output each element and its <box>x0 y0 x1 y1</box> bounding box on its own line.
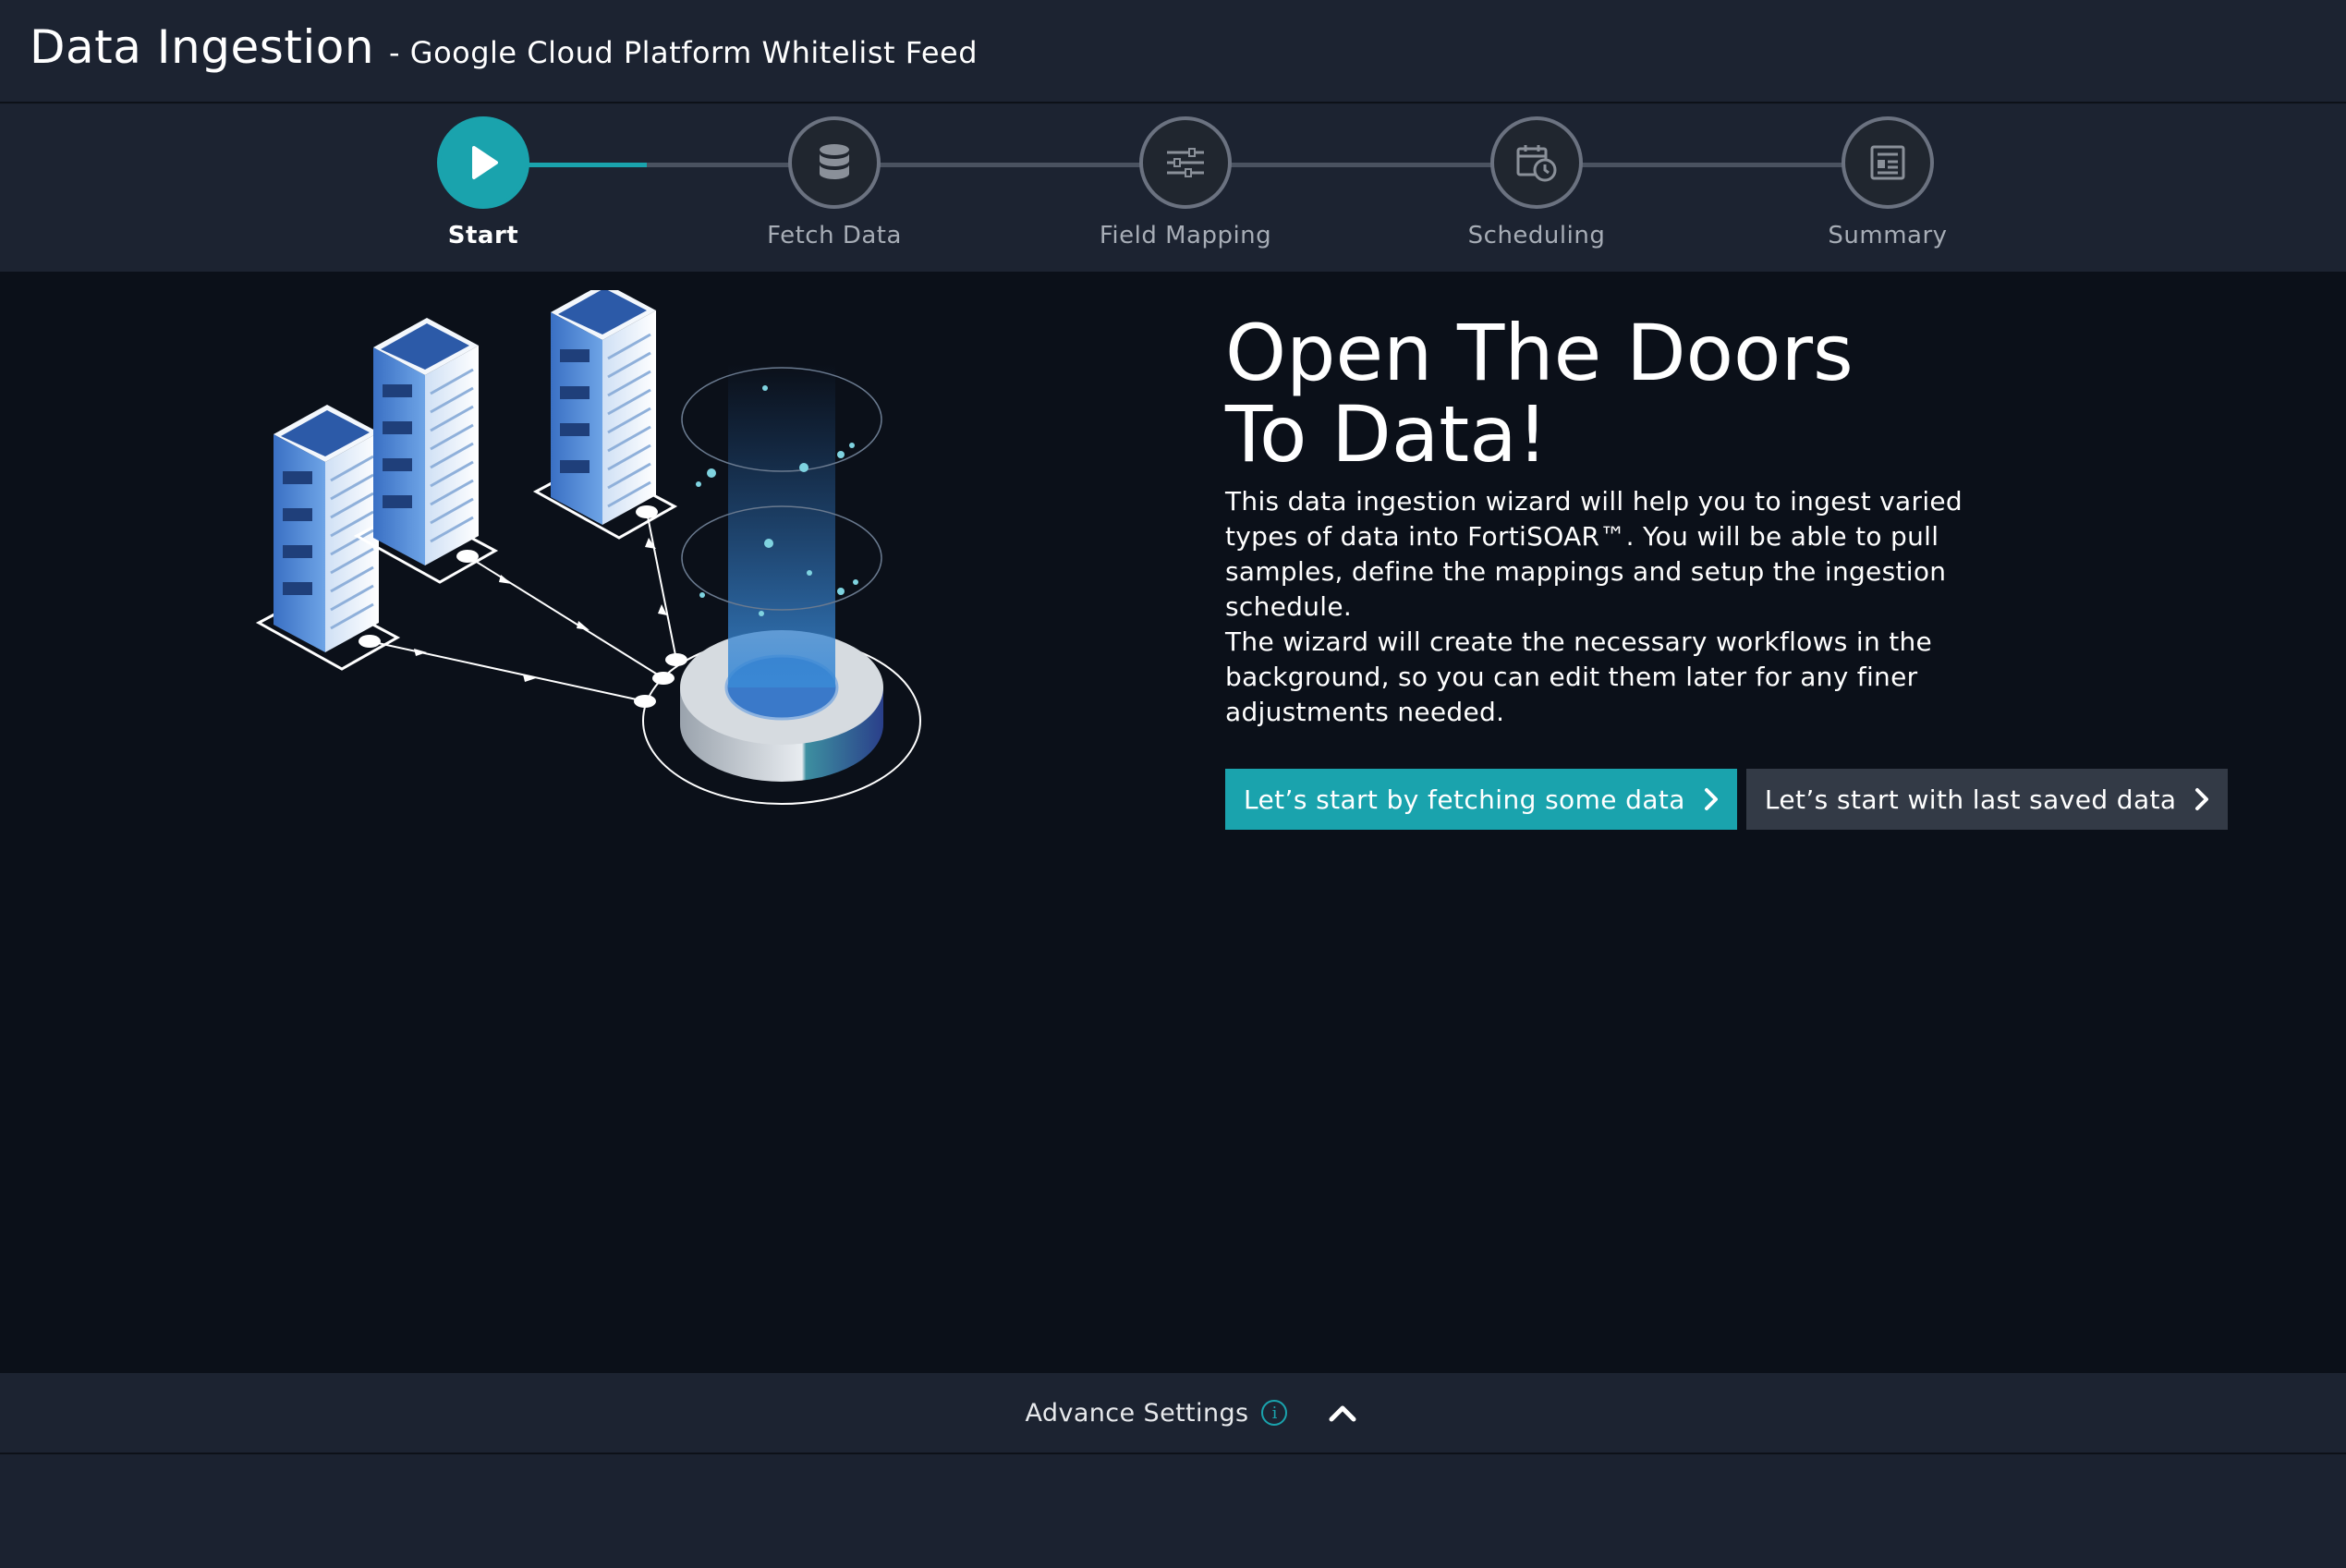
page-title: Data Ingestion <box>30 20 375 74</box>
description-paragraph-2: The wizard will create the necessary wor… <box>1225 626 1933 727</box>
step-fetch-data[interactable]: Fetch Data <box>696 116 973 249</box>
step-start[interactable]: Start <box>345 116 622 249</box>
main-content: Open The Doors To Data! This data ingest… <box>0 272 2346 1373</box>
advance-settings-label: Advance Settings <box>1025 1398 1249 1428</box>
description-paragraph-1: This data ingestion wizard will help you… <box>1225 486 1963 622</box>
document-icon <box>1842 116 1934 209</box>
action-buttons: Let’s start by fetching some data Let’s … <box>1225 769 2242 830</box>
page-header: Data Ingestion - Google Cloud Platform W… <box>0 0 2346 103</box>
step-label: Summary <box>1828 222 1948 249</box>
play-icon <box>437 116 529 209</box>
start-fetching-button[interactable]: Let’s start by fetching some data <box>1225 769 1737 830</box>
footer-area <box>0 1456 2346 1568</box>
intro-panel: Open The Doors To Data! This data ingest… <box>1225 312 2242 830</box>
step-label: Field Mapping <box>1099 222 1272 249</box>
wizard-stepper: Start Fetch Data Field Mapping Schedulin… <box>0 105 2346 272</box>
advance-settings-bar[interactable]: Advance Settings i <box>0 1373 2346 1454</box>
server-database-illustration <box>255 290 921 805</box>
intro-description: This data ingestion wizard will help you… <box>1225 484 1964 730</box>
step-label: Start <box>447 222 519 249</box>
step-scheduling[interactable]: Scheduling <box>1398 116 1675 249</box>
start-last-saved-button[interactable]: Let’s start with last saved data <box>1745 769 2229 830</box>
start-last-saved-label: Let’s start with last saved data <box>1764 784 2177 815</box>
page-subtitle: - Google Cloud Platform Whitelist Feed <box>389 35 979 70</box>
step-summary[interactable]: Summary <box>1749 116 2026 249</box>
step-label: Scheduling <box>1467 222 1606 249</box>
step-label: Fetch Data <box>767 222 902 249</box>
start-fetching-label: Let’s start by fetching some data <box>1244 784 1685 815</box>
chevron-up-icon[interactable] <box>1328 1403 1357 1423</box>
calendar-clock-icon <box>1490 116 1583 209</box>
intro-headline: Open The Doors To Data! <box>1225 312 1927 475</box>
headline-line-2: To Data! <box>1225 389 1549 480</box>
chevron-right-icon <box>1704 788 1718 810</box>
info-icon[interactable]: i <box>1261 1400 1288 1426</box>
headline-line-1: Open The Doors <box>1225 308 1854 398</box>
database-icon <box>788 116 881 209</box>
chevron-right-icon <box>2195 788 2209 810</box>
step-field-mapping[interactable]: Field Mapping <box>1047 116 1324 249</box>
sliders-icon <box>1139 116 1232 209</box>
